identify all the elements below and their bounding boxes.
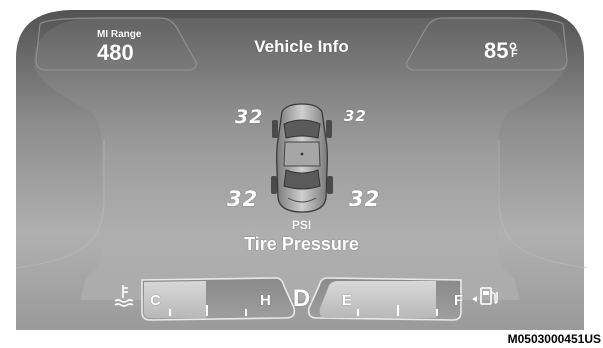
tire-pressure-rear-right: 32 bbox=[349, 187, 381, 211]
tire-pressure-front-left: 32 bbox=[235, 106, 264, 128]
pressure-unit-label: PSI bbox=[291, 218, 312, 232]
fuel-full-label: F bbox=[454, 292, 464, 309]
fuel-empty-label: E bbox=[342, 292, 353, 309]
instrument-cluster-display: MI Range 480 Vehicle Info 85° F 32 32 32… bbox=[0, 0, 603, 348]
tire-pressure-rear-left: 32 bbox=[227, 187, 259, 211]
outside-temperature-unit: F bbox=[511, 48, 518, 60]
image-reference-code: M0503000451US bbox=[488, 332, 601, 347]
tire-pressure-title: Tire Pressure bbox=[244, 234, 359, 254]
vehicle-top-view-icon bbox=[271, 103, 333, 213]
tire-pressure-front-right: 32 bbox=[344, 107, 367, 125]
gear-indicator: D bbox=[292, 285, 311, 312]
